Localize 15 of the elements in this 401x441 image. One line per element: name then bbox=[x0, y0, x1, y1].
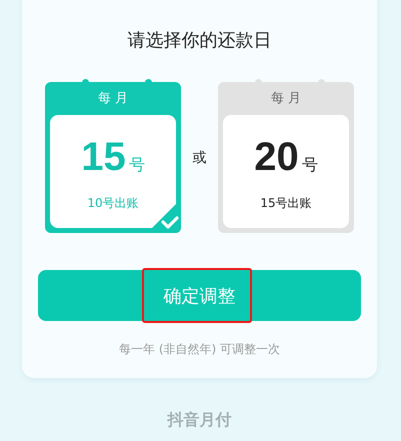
month-label: 每 月 bbox=[98, 90, 128, 108]
separator-text: 或 bbox=[192, 148, 208, 166]
day-unit: 号 bbox=[302, 155, 318, 176]
note-text: 每一年 (非自然年) 可调整一次 bbox=[119, 341, 280, 358]
day-option-card[interactable]: 每 月 20 号 15号出账 bbox=[218, 82, 354, 233]
day-option-card[interactable]: 每 月 15 号 10号出账 bbox=[45, 82, 181, 233]
confirm-button[interactable]: 确定调整 bbox=[38, 270, 361, 321]
day-number: 20 bbox=[254, 135, 299, 179]
bill-date-text: 15号出账 bbox=[260, 195, 312, 212]
month-label: 每 月 bbox=[270, 90, 302, 108]
page-title: 请选择你的还款日 bbox=[128, 29, 272, 52]
day-unit: 号 bbox=[128, 155, 145, 176]
bill-date-text: 10号出账 bbox=[87, 195, 139, 212]
day-number: 15 bbox=[81, 135, 126, 179]
brand-footer: 抖音月付 bbox=[22, 410, 377, 431]
